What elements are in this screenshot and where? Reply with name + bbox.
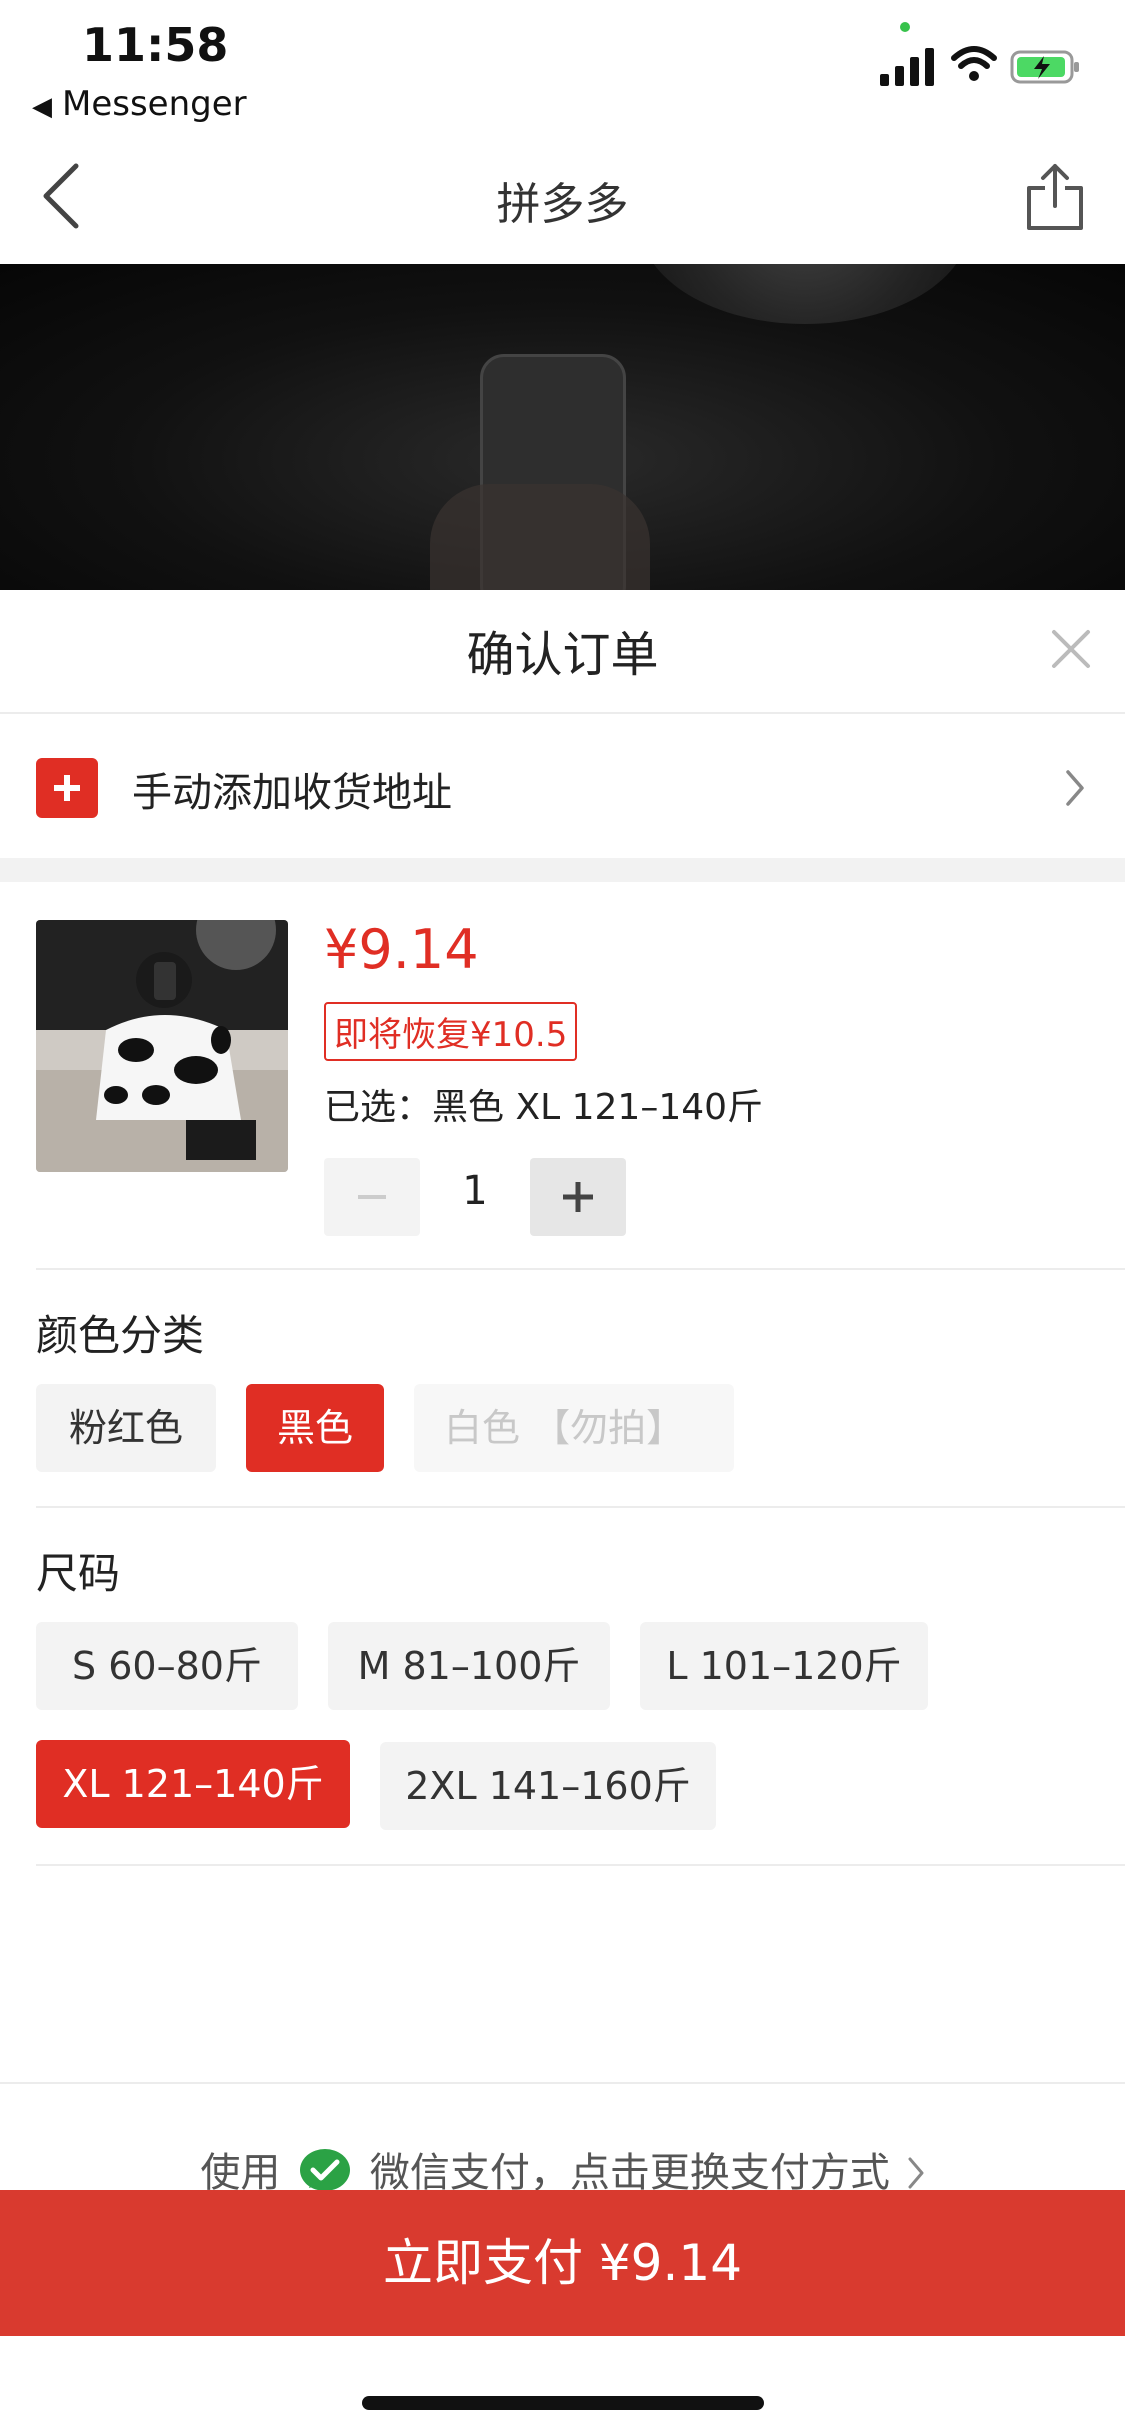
- size-option-xl[interactable]: XL 121–140斤: [36, 1740, 350, 1828]
- banner-hand-graphic: [430, 484, 650, 590]
- back-to-messenger[interactable]: ◀ Messenger: [32, 84, 247, 124]
- product-thumbnail-graphic: [36, 920, 288, 1172]
- size-option-m[interactable]: M 81–100斤: [328, 1622, 610, 1710]
- page-title: 拼多多: [496, 179, 629, 230]
- quantity-increase-button[interactable]: [530, 1158, 626, 1236]
- price-restore-badge: 即将恢复¥10.5: [324, 1002, 578, 1061]
- chevron-right-icon: [908, 2157, 924, 2189]
- size-option-2xl[interactable]: 2XL 141–160斤: [380, 1742, 716, 1830]
- quantity-value: 1: [462, 1168, 488, 1214]
- share-icon[interactable]: [1025, 162, 1085, 232]
- pay-now-button[interactable]: 立即支付 ¥9.14: [0, 2190, 1125, 2336]
- color-option-black[interactable]: 黑色: [246, 1384, 384, 1472]
- status-time: 11:58: [82, 18, 229, 72]
- color-option-white-disabled: 白色 【勿拍】: [414, 1384, 734, 1472]
- sheet-title: 确认订单: [466, 627, 659, 683]
- wechat-pay-icon: [300, 2149, 351, 2191]
- privacy-indicator-dot: [900, 22, 910, 32]
- color-section-title: 颜色分类: [36, 1311, 205, 1360]
- battery-charging-icon: [1010, 50, 1079, 84]
- banner-moon-graphic: [640, 264, 970, 324]
- selected-variant-text: 已选：黑色 XL 121–140斤: [324, 1087, 764, 1128]
- quantity-decrease-button[interactable]: [324, 1158, 420, 1236]
- section-gap: [0, 858, 1125, 882]
- size-option-s[interactable]: S 60–80斤: [36, 1622, 298, 1710]
- chevron-right-icon: [1066, 770, 1084, 806]
- product-banner-image: [0, 264, 1125, 590]
- add-address-plus-icon: [36, 758, 98, 818]
- back-triangle-icon: ◀: [32, 92, 52, 122]
- size-section-title: 尺码: [36, 1549, 121, 1598]
- add-address-label: 手动添加收货地址: [132, 770, 452, 816]
- home-indicator: [362, 2396, 764, 2410]
- size-option-l[interactable]: L 101–120斤: [640, 1622, 928, 1710]
- back-app-label: Messenger: [62, 84, 247, 124]
- divider: [36, 1506, 1125, 1508]
- color-option-pink[interactable]: 粉红色: [36, 1384, 216, 1472]
- close-icon[interactable]: [1050, 628, 1092, 670]
- divider: [36, 1268, 1125, 1270]
- divider: [0, 2082, 1125, 2084]
- product-thumbnail: [36, 920, 288, 1172]
- product-price: ¥9.14: [324, 918, 479, 981]
- wifi-icon: [951, 46, 997, 81]
- divider: [36, 1864, 1125, 1866]
- cellular-signal-icon: [880, 48, 934, 86]
